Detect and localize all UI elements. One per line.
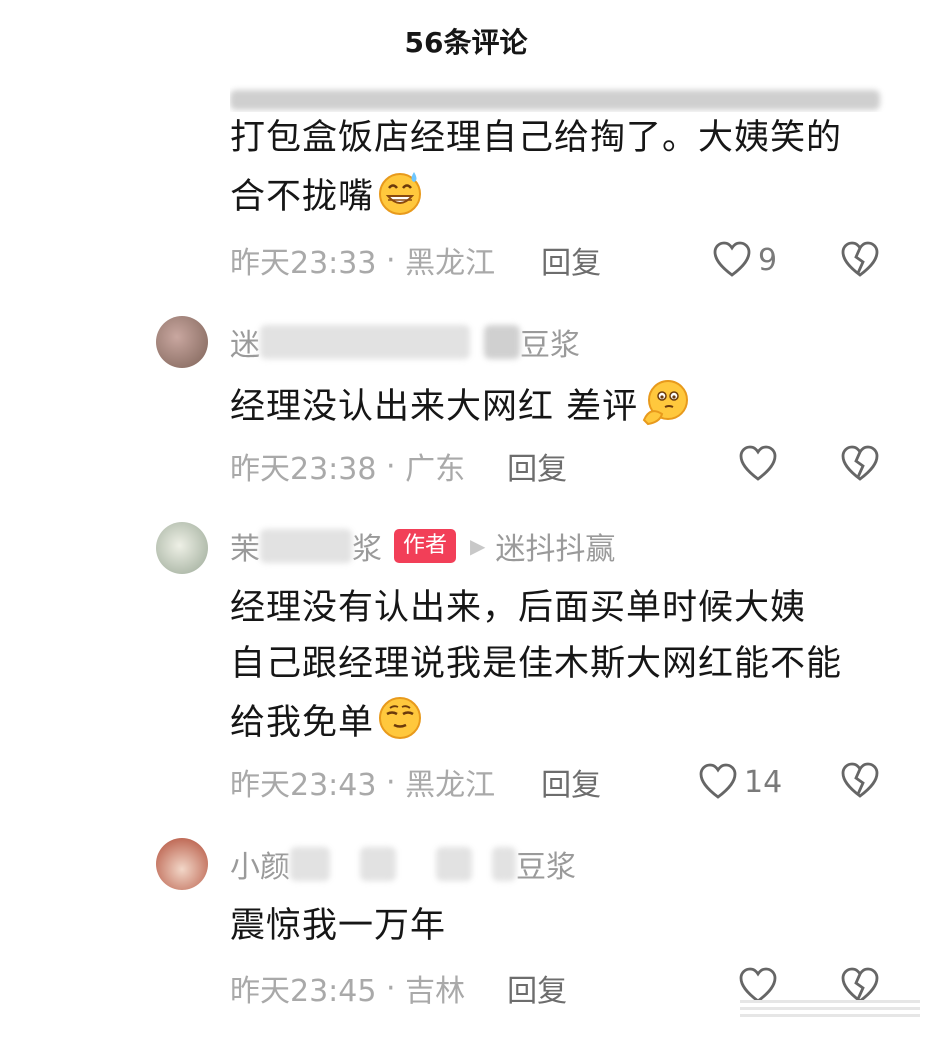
comment-count-title: 56条评论 — [0, 0, 932, 82]
comment-meta: 昨天23:45 · 吉林 回复 — [230, 966, 567, 1010]
reply-arrow-icon: ▶ — [470, 534, 486, 558]
like-count: 14 — [744, 764, 783, 800]
comment-meta: 昨天23:43 · 黑龙江 回复 — [230, 760, 601, 804]
username-redacted — [360, 847, 396, 881]
comment-text: 经理没有认出来，后面买单时候大姨 自己跟经理说我是佳木斯大网红能不能 给我免单 — [230, 580, 910, 751]
comment-text-line: 经理没认出来大网红 差评 — [230, 387, 639, 427]
comment-text-line: 震惊我一万年 — [230, 906, 447, 946]
meta-separator: · — [376, 448, 406, 484]
username-visible-part: 小颜 — [230, 850, 290, 885]
comment-text-line: 打包盒饭店经理自己给掏了。大姨笑的 — [230, 118, 843, 158]
comment-location: 吉林 — [405, 974, 466, 1009]
username-redacted — [260, 529, 352, 563]
username[interactable]: 茉 浆 作者 ▶ 迷抖抖赢 — [230, 524, 615, 568]
like-button[interactable]: 14 — [698, 760, 782, 804]
comment-text-line: 经理没有认出来，后面买单时候大姨 — [230, 588, 807, 628]
avatar[interactable] — [156, 522, 208, 574]
meta-separator: · — [376, 970, 406, 1006]
author-badge: 作者 — [394, 529, 457, 563]
thinking-emoji-icon — [642, 380, 689, 426]
meta-separator: · — [376, 764, 406, 800]
comment-text-line: 给我免单 — [230, 703, 375, 743]
username[interactable]: 迷 豆浆 — [230, 320, 580, 364]
comment-time: 昨天23:43 — [230, 768, 377, 803]
username-visible-part: 茉 — [230, 532, 260, 567]
comment-meta: 昨天23:33 · 黑龙江 回复 — [230, 238, 601, 282]
reply-button[interactable]: 回复 — [507, 966, 567, 1010]
comment-text: 打包盒饭店经理自己给掏了。大姨笑的 合不拢嘴 — [230, 110, 910, 225]
comment-time: 昨天23:33 — [230, 246, 377, 281]
username-redacted — [484, 325, 520, 359]
username-visible-part: 迷 — [230, 328, 260, 363]
comment-time: 昨天23:45 — [230, 974, 377, 1009]
comment-text-line: 合不拢嘴 — [230, 177, 375, 217]
dislike-broken-heart-icon[interactable] — [840, 444, 880, 484]
comment-location: 黑龙江 — [405, 768, 496, 803]
comment-location: 黑龙江 — [405, 246, 496, 281]
cut-off-text-line — [230, 84, 890, 112]
heart-outline-icon[interactable] — [738, 444, 778, 484]
comment-text: 经理没认出来大网红 差评 — [230, 376, 910, 435]
username[interactable]: 小颜 豆浆 — [230, 842, 576, 886]
username-visible-part: 豆浆 — [516, 850, 576, 885]
reply-to-user[interactable]: 迷抖抖赢 — [495, 524, 615, 568]
avatar[interactable] — [156, 838, 208, 890]
username-redacted — [260, 325, 470, 359]
username-redacted — [436, 847, 472, 881]
grinning-sweat-emoji-icon — [379, 172, 422, 215]
comment-time: 昨天23:38 — [230, 452, 377, 487]
comment-text-line: 自己跟经理说我是佳木斯大网红能不能 — [230, 644, 843, 684]
heart-outline-icon — [713, 241, 751, 277]
dislike-broken-heart-icon[interactable] — [840, 240, 880, 280]
avatar[interactable] — [156, 316, 208, 368]
username-visible-part: 浆 — [352, 532, 382, 567]
comment-text: 震惊我一万年 — [230, 898, 910, 954]
watermark-stripes — [740, 1000, 920, 1017]
username-visible-part: 豆浆 — [520, 328, 580, 363]
username-redacted — [290, 847, 330, 881]
meta-separator: · — [376, 242, 406, 278]
smug-emoji-icon — [379, 697, 422, 739]
heart-outline-icon — [699, 763, 737, 799]
dislike-broken-heart-icon[interactable] — [840, 761, 880, 801]
reply-button[interactable]: 回复 — [507, 444, 567, 488]
reply-button[interactable]: 回复 — [541, 238, 601, 282]
comment-meta: 昨天23:38 · 广东 回复 — [230, 444, 567, 488]
comment-location: 广东 — [405, 452, 466, 487]
username-redacted — [492, 847, 516, 881]
like-count: 9 — [758, 242, 778, 278]
like-button[interactable]: 9 — [712, 238, 777, 282]
reply-button[interactable]: 回复 — [541, 760, 601, 804]
